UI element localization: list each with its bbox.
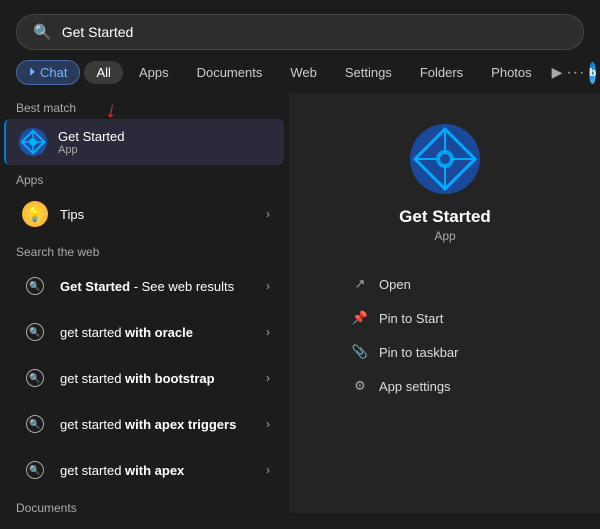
tab-documents-label: Documents [197,65,263,80]
action-open[interactable]: ↗ Open [345,267,545,301]
main-layout: Best match ↓ Get Started App Apps [0,93,600,513]
action-open-label: Open [379,277,411,292]
tab-chat-label: Chat [40,65,67,80]
more-options-button[interactable]: ··· [566,64,585,82]
best-match-item[interactable]: ↓ Get Started App [4,119,284,165]
web-result-0[interactable]: 🔍 Get Started - See web results › [6,263,284,309]
web-result-title-1: get started with oracle [60,325,266,340]
search-input[interactable] [62,24,567,40]
search-icon: 🔍 [33,23,52,41]
app-big-icon [409,123,481,195]
open-icon: ↗ [351,275,369,293]
pin-taskbar-icon: 📎 [351,343,369,361]
pin-start-icon: 📌 [351,309,369,327]
tab-photos[interactable]: Photos [479,61,543,84]
best-match-subtitle: App [58,144,270,156]
tips-icon: 💡 [20,199,50,229]
web-result-4[interactable]: 🔍 get started with apex › [6,447,284,493]
web-result-title-0: Get Started - See web results [60,279,266,294]
tab-photos-label: Photos [491,65,531,80]
action-pin-start-label: Pin to Start [379,311,443,326]
best-match-text: Get Started App [58,129,270,156]
tab-apps[interactable]: Apps [127,61,181,84]
web-arrow-2: › [266,371,270,385]
web-result-1[interactable]: 🔍 get started with oracle › [6,309,284,355]
tab-folders-label: Folders [420,65,463,80]
tips-title: Tips [60,207,266,222]
web-result-title-2: get started with bootstrap [60,371,266,386]
web-result-text-0: Get Started - See web results [60,279,266,294]
web-search-icon-3: 🔍 [20,409,50,439]
tab-documents[interactable]: Documents [185,61,275,84]
web-result-3[interactable]: 🔍 get started with apex triggers › [6,401,284,447]
tab-all[interactable]: All [84,61,122,84]
tab-web-label: Web [290,65,317,80]
get-started-icon [18,127,48,157]
web-search-icon-2: 🔍 [20,363,50,393]
best-match-title: Get Started [58,129,270,144]
search-bar: 🔍 [16,14,584,50]
app-name: Get Started [399,207,491,227]
web-arrow-4: › [266,463,270,477]
tab-chat[interactable]: ⏵ Chat [16,60,80,85]
web-result-title-3: get started with apex triggers [60,417,266,432]
web-result-text-1: get started with oracle [60,325,266,340]
action-pin-start[interactable]: 📌 Pin to Start [345,301,545,335]
action-pin-taskbar[interactable]: 📎 Pin to taskbar [345,335,545,369]
bing-icon[interactable]: b [589,62,596,84]
documents-label: Documents [0,493,290,513]
tab-settings[interactable]: Settings [333,61,404,84]
action-app-settings[interactable]: ⚙ App settings [345,369,545,403]
filter-tabs: ⏵ Chat All Apps Documents Web Settings F… [0,60,600,85]
apps-label: Apps [0,165,290,191]
web-result-text-4: get started with apex [60,463,266,478]
web-arrow-0: › [266,279,270,293]
web-label: Search the web [0,237,290,263]
tips-item[interactable]: 💡 Tips › [6,191,284,237]
web-result-text-3: get started with apex triggers [60,417,266,432]
app-settings-icon: ⚙ [351,377,369,395]
left-panel: Best match ↓ Get Started App Apps [0,93,290,513]
web-arrow-3: › [266,417,270,431]
best-match-label: Best match [0,93,290,119]
web-result-text-2: get started with bootstrap [60,371,266,386]
web-result-title-4: get started with apex [60,463,266,478]
action-pin-taskbar-label: Pin to taskbar [379,345,459,360]
tips-text: Tips [60,207,266,222]
tab-settings-label: Settings [345,65,392,80]
play-button[interactable]: ▶ [552,64,563,81]
chat-icon: ⏵ [29,65,35,80]
action-app-settings-label: App settings [379,379,451,394]
web-search-icon-4: 🔍 [20,455,50,485]
tab-all-label: All [96,65,110,80]
web-arrow-1: › [266,325,270,339]
app-type: App [434,229,455,243]
right-panel: Get Started App ↗ Open 📌 Pin to Start 📎 … [290,93,600,513]
tab-folders[interactable]: Folders [408,61,475,84]
tips-arrow: › [266,207,270,221]
web-search-icon-1: 🔍 [20,317,50,347]
web-result-2[interactable]: 🔍 get started with bootstrap › [6,355,284,401]
action-list: ↗ Open 📌 Pin to Start 📎 Pin to taskbar ⚙… [345,267,545,403]
web-search-icon-0: 🔍 [20,271,50,301]
tab-apps-label: Apps [139,65,169,80]
tab-web[interactable]: Web [278,61,329,84]
